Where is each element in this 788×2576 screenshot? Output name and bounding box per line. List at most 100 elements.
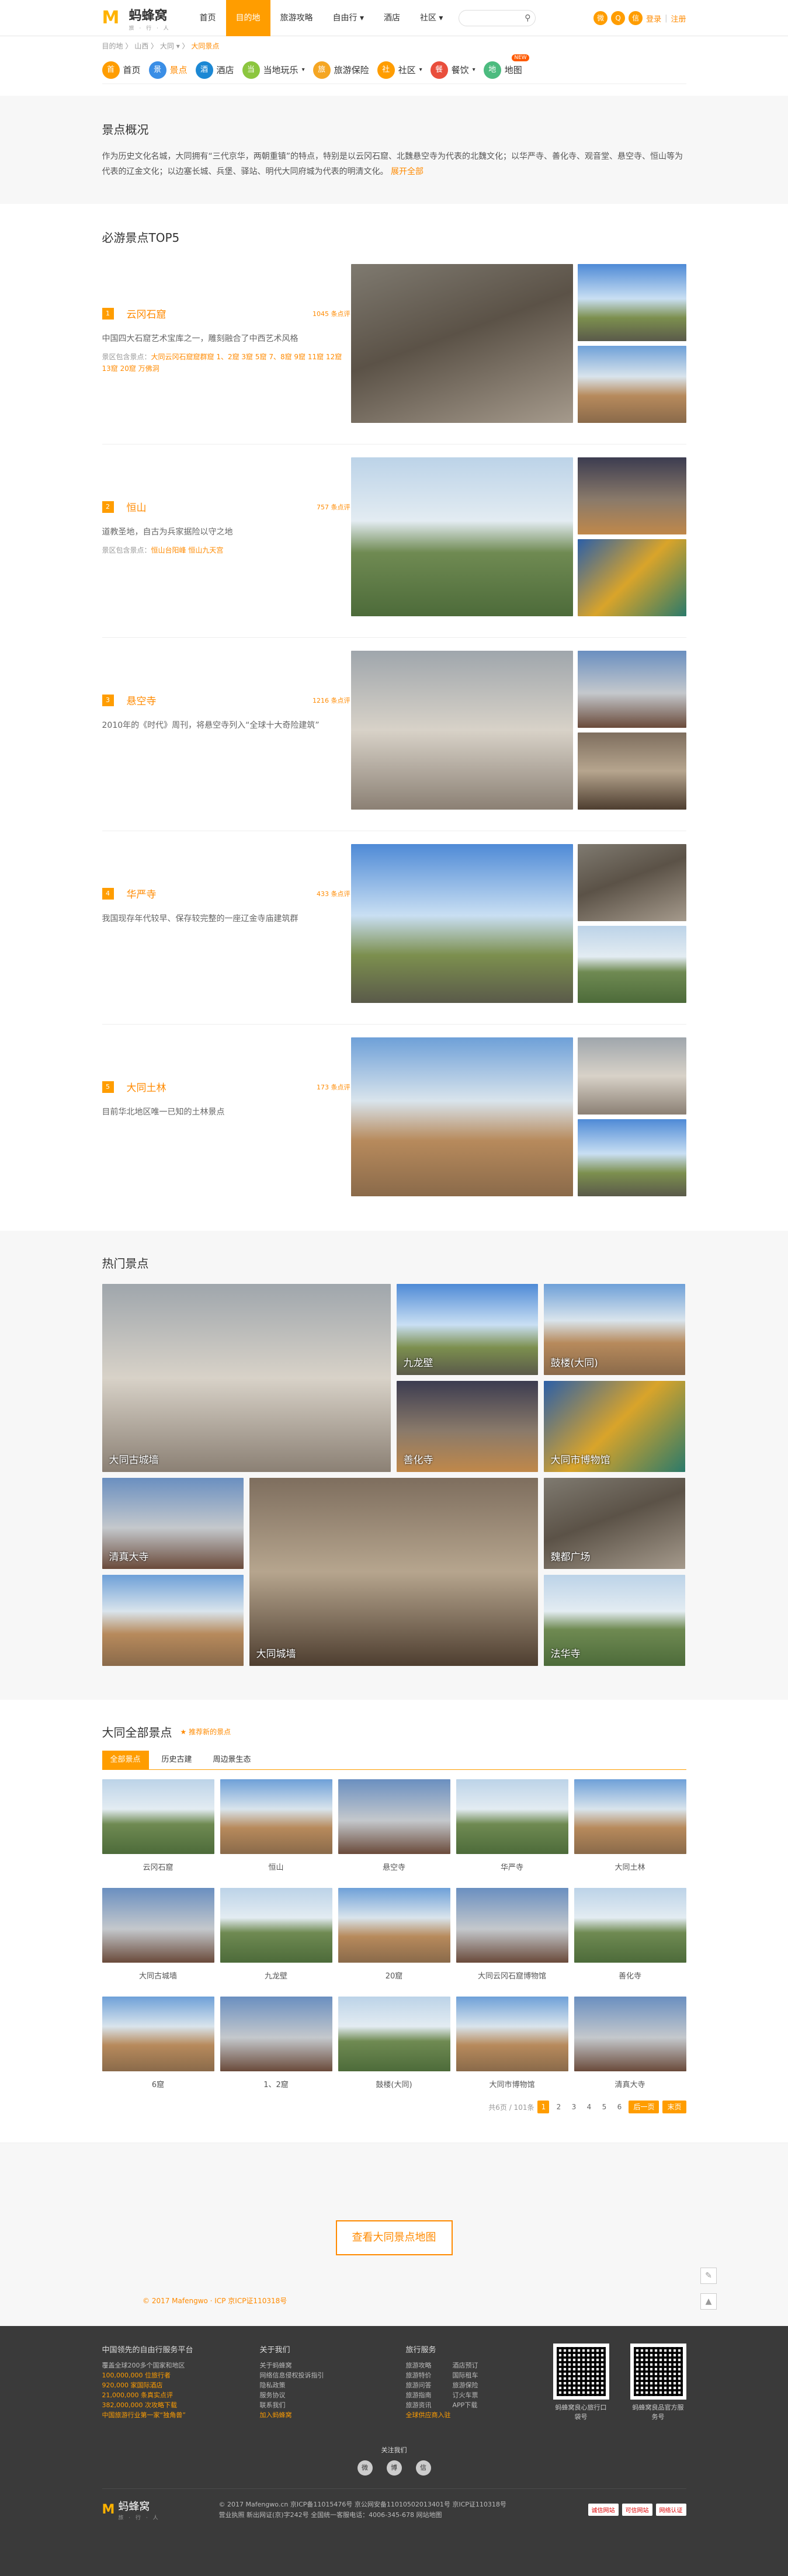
page-1[interactable]: 1 [537,2101,550,2113]
attraction-photo[interactable] [350,457,573,616]
subnav-item[interactable]: 当当地玩乐 ▾ [242,61,305,79]
attraction-thumb[interactable] [220,1888,332,1963]
attraction-photo[interactable] [577,457,686,534]
footer-link[interactable]: 旅游攻略 [406,2360,453,2370]
hot-attraction-card[interactable]: 善化寺 [396,1381,538,1472]
attraction-name-link[interactable]: 华严寺 [127,886,157,901]
footer-link[interactable]: 加入蚂蜂窝 [260,2410,406,2420]
page-6[interactable]: 6 [613,2101,625,2113]
hot-attraction-card[interactable]: 九龙壁 [396,1284,538,1375]
attraction-card-name[interactable]: 清真大寺 [574,2078,686,2089]
edit-icon[interactable]: ✎ [700,2268,717,2284]
attraction-card[interactable]: 云冈石窟 [102,1779,214,1888]
review-count[interactable]: 1045 条点评 [313,309,350,318]
attraction-name-link[interactable]: 恒山 [127,499,147,514]
attraction-card[interactable]: 大同云冈石窟博物馆 [456,1888,568,1997]
wechat-icon[interactable]: 微 [357,2460,373,2476]
attraction-card[interactable]: 1、2窟 [220,1997,332,2105]
attraction-card-name[interactable]: 20窟 [338,1970,450,1981]
last-page-button[interactable]: 末页 [662,2101,686,2113]
attraction-thumb[interactable] [456,1888,568,1963]
nav-destination[interactable]: 目的地 [225,0,270,36]
footer-link[interactable]: 酒店预订 [453,2360,499,2370]
attraction-card[interactable]: 大同古城墙 [102,1888,214,1997]
attraction-photo[interactable] [577,926,686,1003]
register-link[interactable]: 注册 [671,13,686,24]
attraction-photo[interactable] [577,264,686,341]
attraction-photo[interactable] [577,1037,686,1115]
site-logo[interactable]: M 蚂蜂窝旅 · 行 · 人 [102,5,190,32]
attraction-photo[interactable] [577,651,686,728]
attraction-photo[interactable] [577,732,686,810]
page-4[interactable]: 4 [583,2101,595,2113]
attraction-card[interactable]: 鼓楼(大同) [338,1997,450,2105]
hot-attraction-card[interactable]: 魏都广场 [543,1478,685,1569]
hot-attraction-card[interactable]: 法华寺 [543,1575,685,1666]
attraction-card[interactable]: 九龙壁 [220,1888,332,1997]
attraction-card-name[interactable]: 1、2窟 [220,2078,332,2089]
footer-link[interactable]: 旅游保险 [453,2380,499,2390]
attraction-card[interactable]: 华严寺 [456,1779,568,1888]
hot-attraction-card[interactable] [102,1575,244,1666]
attraction-card[interactable]: 6窟 [102,1997,214,2105]
footer-link[interactable]: 全球供应商入驻 [406,2410,540,2420]
footer-link[interactable]: 旅游指南 [406,2390,453,2400]
tab-all[interactable]: 全部景点 [102,1751,149,1769]
nav-guide[interactable]: 旅游攻略 [270,0,323,36]
hot-attraction-card[interactable]: 鼓楼(大同) [543,1284,685,1375]
attraction-photo[interactable] [350,264,573,423]
tab-history[interactable]: 历史古建 [154,1751,200,1769]
footer-link[interactable]: 网络信息侵权投诉指引 [260,2370,406,2380]
attraction-card[interactable]: 悬空寺 [338,1779,450,1888]
footer-link[interactable]: 旅游问答 [406,2380,453,2390]
attraction-thumb[interactable] [102,1779,214,1854]
attraction-card[interactable]: 清真大寺 [574,1997,686,2105]
footer-link[interactable]: 旅游资讯 [406,2400,453,2410]
subnav-item[interactable]: 地地图 NEW [483,54,529,79]
page-5[interactable]: 5 [598,2101,610,2113]
attraction-photo[interactable] [577,844,686,921]
nav-hotel[interactable]: 酒店 [374,0,410,36]
attraction-card[interactable]: 善化寺 [574,1888,686,1997]
tags-list[interactable]: 恒山台阳峰 恒山九天宫 [151,546,224,554]
crumb-item[interactable]: 大同 ▾ [160,42,180,50]
trust-badge[interactable]: 网络认证 [655,2504,686,2516]
footer-link[interactable]: 旅游特价 [406,2370,453,2380]
attraction-thumb[interactable] [220,1779,332,1854]
nav-community[interactable]: 社区 ▾ [410,0,453,36]
hot-attraction-card[interactable]: 大同市博物馆 [543,1381,685,1472]
attraction-card[interactable]: 恒山 [220,1779,332,1888]
nav-home[interactable]: 首页 [190,0,226,36]
attraction-thumb[interactable] [102,1888,214,1963]
attraction-thumb[interactable] [574,1779,686,1854]
footer-link[interactable]: 服务协议 [260,2390,406,2400]
search-input[interactable] [464,14,517,22]
subnav-item[interactable]: 景景点 [148,61,188,79]
attraction-photo[interactable] [350,844,573,1003]
attraction-photo[interactable] [350,1037,573,1196]
back-to-top-icon[interactable]: ▲ [700,2293,717,2310]
weibo-icon[interactable]: 博 [386,2460,402,2476]
attraction-card-name[interactable]: 大同市博物馆 [456,2078,568,2089]
trust-badge[interactable]: 可信网站 [622,2504,652,2516]
footer-link[interactable]: APP下载 [453,2400,499,2410]
hot-attraction-card[interactable]: 大同城墙 [249,1478,538,1666]
attraction-card-name[interactable]: 华严寺 [456,1861,568,1872]
attraction-card[interactable]: 大同土林 [574,1779,686,1888]
wechat-login-icon[interactable]: 信 [629,11,643,25]
attraction-name-link[interactable]: 云冈石窟 [127,306,166,321]
view-map-button[interactable]: 查看大同景点地图 [335,2220,453,2255]
attraction-card-name[interactable]: 6窟 [102,2078,214,2089]
attraction-name-link[interactable]: 悬空寺 [127,693,157,707]
footer-link[interactable]: 关于蚂蜂窝 [260,2360,406,2370]
crumb-item[interactable]: 山西 [134,42,148,50]
attraction-card-name[interactable]: 九龙壁 [220,1970,332,1981]
footer-link[interactable]: 联系我们 [260,2400,406,2410]
review-count[interactable]: 173 条点评 [317,1082,350,1092]
attraction-card-name[interactable]: 恒山 [220,1861,332,1872]
attraction-card-name[interactable]: 大同土林 [574,1861,686,1872]
attraction-card-name[interactable]: 悬空寺 [338,1861,450,1872]
attraction-card[interactable]: 20窟 [338,1888,450,1997]
review-count[interactable]: 1216 条点评 [313,696,350,705]
trust-badge[interactable]: 诚信网站 [588,2504,619,2516]
